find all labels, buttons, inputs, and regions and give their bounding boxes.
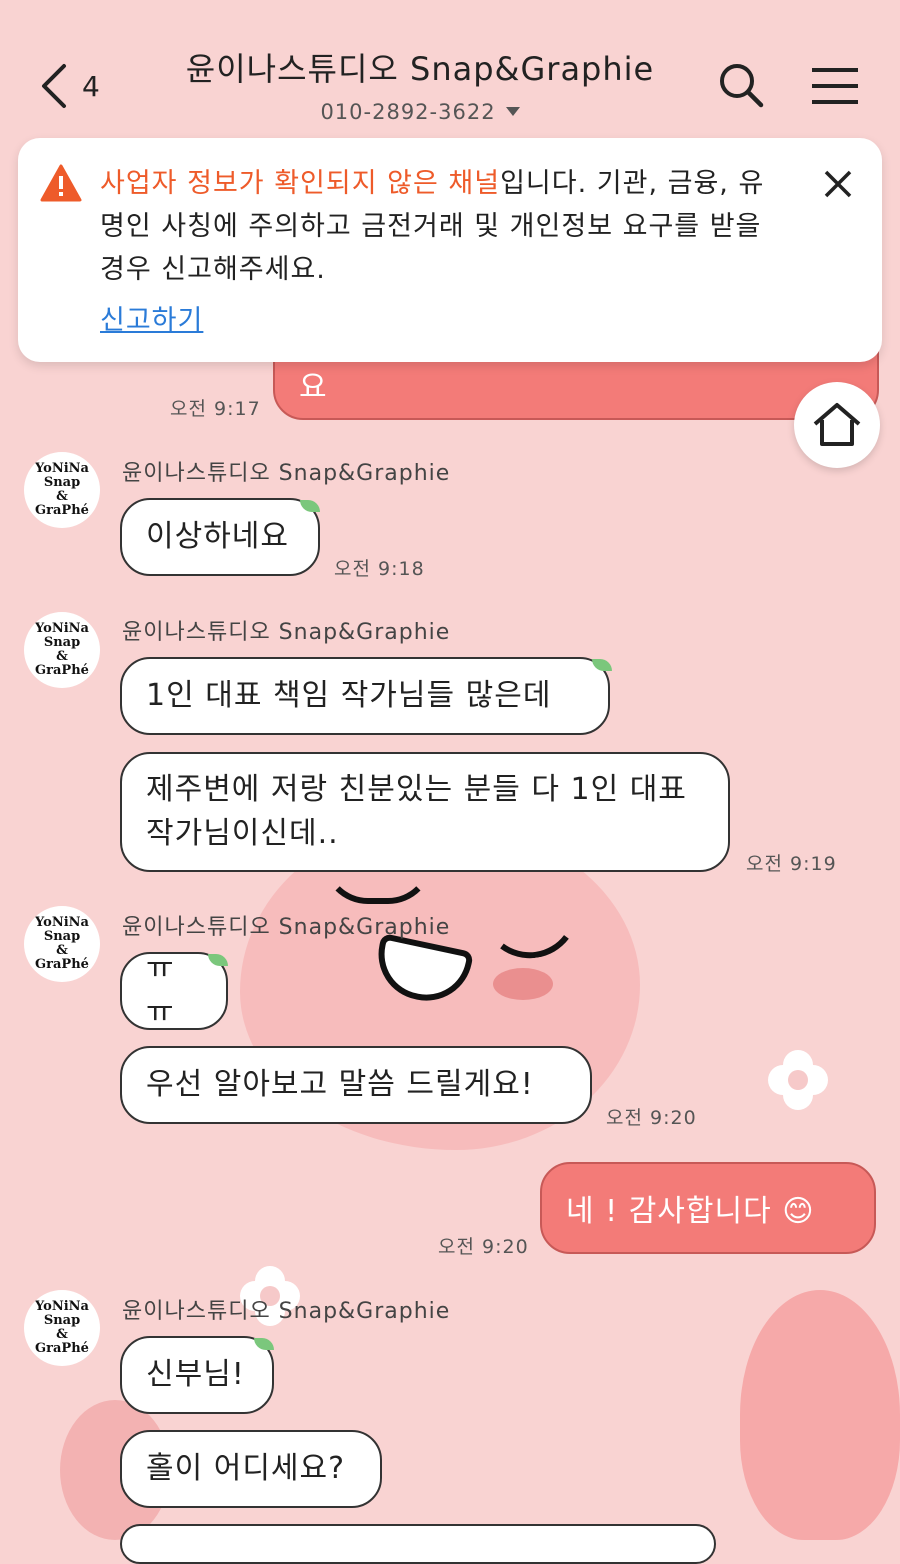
studio-logo: YoNiNa Snap & GraPhé (35, 915, 89, 972)
sender-name: 윤이나스튜디오 Snap&Graphie (122, 620, 451, 645)
home-icon (813, 403, 861, 446)
chat-title-area: 윤이나스튜디오 Snap&Graphie 010-2892-3622 (170, 44, 670, 124)
message-text: 신부님! (146, 1357, 245, 1392)
menu-button[interactable] (810, 66, 860, 110)
outgoing-message-bubble[interactable]: 네 ! 감사합니다 😊 (540, 1162, 876, 1254)
incoming-message-bubble[interactable]: 1인 대표 책임 작가님들 많은데 (120, 657, 610, 735)
studio-logo: YoNiNa Snap & GraPhé (35, 461, 89, 518)
message-text: 요 (299, 370, 328, 405)
back-icon (42, 64, 66, 108)
chat-header: 4 윤이나스튜디오 Snap&Graphie 010-2892-3622 (0, 0, 900, 140)
sender-avatar[interactable]: YoNiNa Snap & GraPhé (24, 906, 100, 982)
incoming-message-bubble[interactable]: ㅠㅠ (120, 951, 228, 1030)
sender-avatar[interactable]: YoNiNa Snap & GraPhé (24, 1290, 100, 1366)
unread-count: 4 (82, 69, 100, 103)
phone-number: 010-2892-3622 (320, 100, 496, 124)
sender-name: 윤이나스튜디오 Snap&Graphie (122, 1299, 451, 1324)
sender-avatar[interactable]: YoNiNa Snap & GraPhé (24, 452, 100, 528)
sender-avatar[interactable]: YoNiNa Snap & GraPhé (24, 612, 100, 688)
incoming-message-bubble-partial[interactable] (120, 1524, 716, 1564)
incoming-message-bubble[interactable]: 신부님! (120, 1336, 274, 1414)
search-icon (720, 64, 764, 108)
background-flower (768, 1050, 828, 1110)
chat-title: 윤이나스튜디오 Snap&Graphie (185, 50, 655, 88)
message-timestamp: 오전 9:20 (438, 1236, 529, 1258)
sender-name: 윤이나스튜디오 Snap&Graphie (122, 915, 451, 940)
phone-dropdown[interactable]: 010-2892-3622 (320, 100, 520, 124)
incoming-message-bubble[interactable]: 홀이 어디세요? (120, 1430, 382, 1508)
message-text: 네 ! 감사합니다 😊 (566, 1194, 815, 1229)
message-text: 홀이 어디세요? (146, 1451, 346, 1486)
studio-logo: YoNiNa Snap & GraPhé (35, 621, 89, 678)
warning-highlight: 사업자 정보가 확인되지 않은 채널 (100, 168, 501, 199)
incoming-message-bubble[interactable]: 이상하네요 (120, 498, 320, 576)
message-timestamp: 오전 9:20 (606, 1107, 697, 1129)
close-warning-button[interactable] (818, 164, 858, 208)
message-text: 1인 대표 책임 작가님들 많은데 (146, 678, 552, 713)
incoming-message-bubble[interactable]: 우선 알아보고 말씀 드릴게요! (120, 1046, 592, 1124)
report-link[interactable]: 신고하기 (100, 298, 203, 337)
background-character-cheek (493, 968, 553, 1000)
back-button[interactable]: 4 (40, 58, 100, 114)
menu-icon (812, 68, 858, 104)
chevron-down-icon (505, 107, 520, 116)
warning-message: 사업자 정보가 확인되지 않은 채널입니다. 기관, 금융, 유명인 사칭에 주… (100, 162, 790, 291)
warning-icon (40, 164, 82, 202)
unverified-channel-warning: 사업자 정보가 확인되지 않은 채널입니다. 기관, 금융, 유명인 사칭에 주… (18, 138, 882, 362)
sender-name: 윤이나스튜디오 Snap&Graphie (122, 461, 451, 486)
search-button[interactable] (718, 62, 764, 112)
message-text: 이상하네요 (146, 519, 289, 554)
home-button[interactable] (794, 382, 880, 468)
studio-logo: YoNiNa Snap & GraPhé (35, 1299, 89, 1356)
incoming-message-bubble[interactable]: 제주변에 저랑 친분있는 분들 다 1인 대표작가님이신데.. (120, 752, 730, 872)
message-text: 제주변에 저랑 친분있는 분들 다 1인 대표작가님이신데.. (146, 772, 687, 851)
message-text: 우선 알아보고 말씀 드릴게요! (146, 1067, 534, 1102)
close-icon (824, 170, 852, 198)
message-timestamp: 오전 9:18 (334, 558, 425, 580)
background-character-2 (740, 1290, 900, 1540)
message-text: ㅠㅠ (146, 951, 175, 1030)
message-timestamp: 오전 9:17 (170, 398, 261, 420)
message-timestamp: 오전 9:19 (746, 853, 837, 875)
